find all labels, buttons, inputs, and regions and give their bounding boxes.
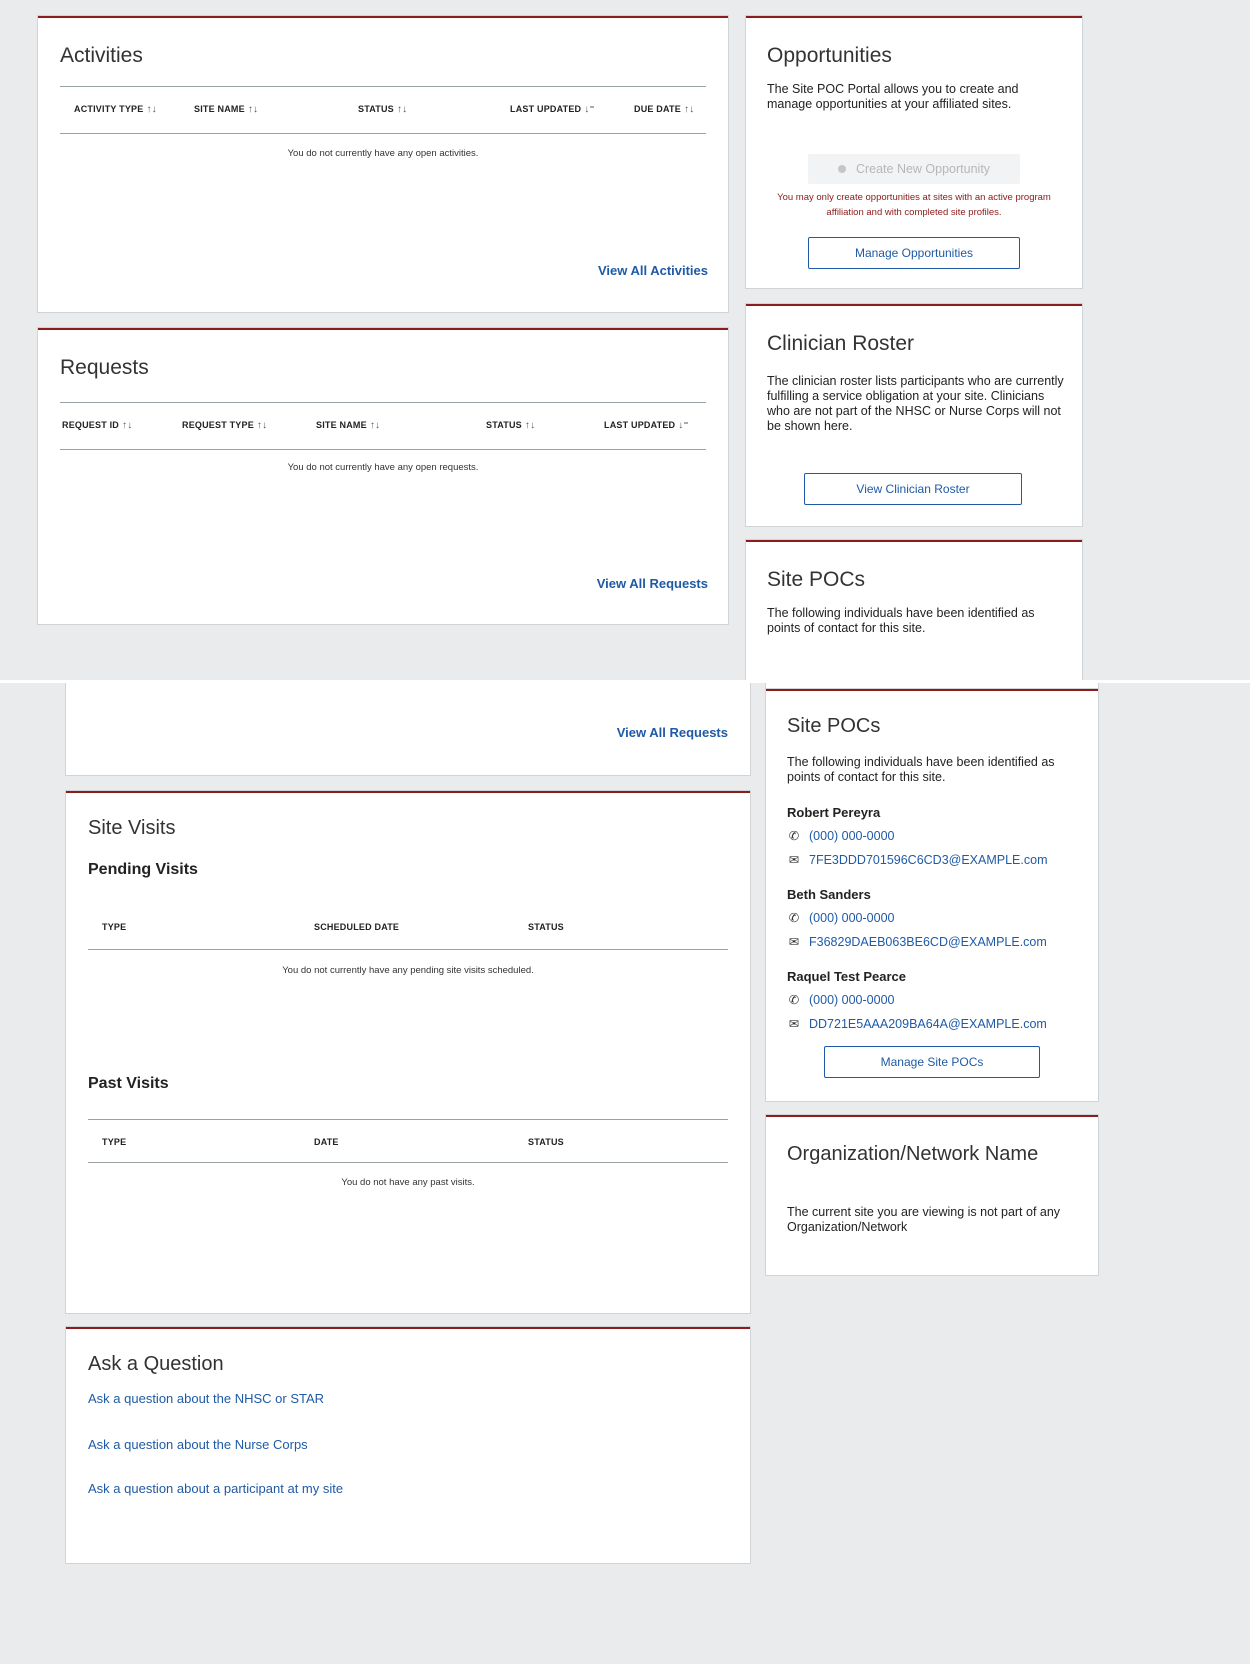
phone-icon: ✆ (788, 911, 800, 925)
sort-arrows-icon: ↑↓ (256, 420, 268, 431)
past-visits-empty-message: You do not have any past visits. (341, 1177, 475, 1188)
requests-card: Requests REQUEST ID ↑↓ REQUEST TYPE ↑↓ SIT… (38, 328, 728, 624)
contact-email[interactable]: ✉ 7FE3DDD701596C6CD3@EXAMPLE.com (787, 852, 1048, 868)
opportunities-warning: You may only create opportunities at sit… (777, 192, 1051, 218)
screenshot-top: Activities ACTIVITY TYPE ↑↓ SITE NAME ↑↓ S… (0, 0, 1250, 683)
col-type: TYPE (102, 922, 127, 932)
opportunities-description: The Site POC Portal allows you to create… (767, 82, 1019, 111)
ask-nurse-corps-link[interactable]: Ask a question about the Nurse Corps (88, 1437, 308, 1452)
ask-participant-link[interactable]: Ask a question about a participant at my… (88, 1481, 343, 1496)
site-visits-title: Site Visits (88, 817, 176, 839)
view-all-requests-link[interactable]: View All Requests (597, 576, 708, 591)
requests-table-header: REQUEST ID ↑↓ REQUEST TYPE ↑↓ SITE NAME ↑↓ … (60, 402, 706, 450)
sort-desc-icon: ↓⁼ (678, 420, 689, 431)
contact-phone[interactable]: ✆ (000) 000-0000 (787, 992, 895, 1008)
envelope-icon: ✉ (788, 1017, 800, 1031)
pending-visits-empty-message: You do not currently have any pending si… (282, 965, 534, 976)
view-clinician-roster-button[interactable]: View Clinician Roster (804, 473, 1022, 505)
requests-title: Requests (60, 356, 149, 379)
sort-arrows-icon: ↑↓ (122, 420, 133, 431)
plus-circle-icon (837, 165, 846, 173)
envelope-icon: ✉ (788, 853, 800, 867)
opportunities-card: Opportunities The Site POC Portal allows… (746, 16, 1082, 288)
site-pocs-title: Site POCs (767, 568, 866, 591)
contact-phone[interactable]: ✆ (000) 000-0000 (787, 910, 895, 926)
col-request-type[interactable]: REQUEST TYPE ↑↓ (182, 420, 267, 431)
ask-question-card: Ask a Question Ask a question about the … (66, 1327, 750, 1563)
view-all-activities-link[interactable]: View All Activities (598, 263, 708, 278)
col-due-date[interactable]: DUE DATE ↑↓ (634, 104, 694, 115)
requests-card-continued: View All Requests (66, 683, 750, 775)
contact-phone[interactable]: ✆ (000) 000-0000 (787, 828, 895, 844)
clinician-roster-card: Clinician Roster The clinician roster li… (746, 304, 1082, 526)
organization-card: Organization/Network Name The current si… (766, 1115, 1098, 1275)
pending-visits-title: Pending Visits (88, 861, 198, 878)
contact-email[interactable]: ✉ F36829DAEB063BE6CD@EXAMPLE.com (787, 934, 1047, 950)
col-date: DATE (314, 1137, 339, 1147)
ask-nhsc-star-link[interactable]: Ask a question about the NHSC or STAR (88, 1391, 324, 1406)
roster-description: The clinician roster lists participants … (767, 374, 1064, 433)
past-visits-title: Past Visits (88, 1075, 169, 1092)
col-last-updated[interactable]: LAST UPDATED ↓⁼ (604, 420, 689, 431)
pending-visits-table-header: TYPE SCHEDULED DATE STATUS (88, 905, 728, 950)
activities-empty-message: You do not currently have any open activ… (287, 148, 479, 159)
site-pocs-card-partial: Site POCs The following individuals have… (746, 540, 1082, 683)
contact-name: Beth Sanders (787, 887, 871, 902)
view-all-requests-link[interactable]: View All Requests (617, 725, 728, 740)
contact-email[interactable]: ✉ DD721E5AAA209BA64A@EXAMPLE.com (787, 1016, 1047, 1032)
site-pocs-description: The following individuals have been iden… (787, 755, 1055, 784)
sort-arrows-icon: ↑↓ (524, 420, 536, 431)
ask-question-title: Ask a Question (88, 1353, 224, 1375)
col-site-name[interactable]: SITE NAME ↑↓ (316, 420, 380, 431)
past-visits-table-header: TYPE DATE STATUS (88, 1119, 728, 1163)
col-activity-type[interactable]: ACTIVITY TYPE ↑↓ (74, 104, 157, 115)
site-pocs-card: Site POCs The following individuals have… (766, 689, 1098, 1101)
col-status: STATUS (528, 1137, 564, 1147)
create-opportunity-button[interactable]: Create New Opportunity (808, 154, 1020, 184)
sort-arrows-icon: ↑↓ (396, 104, 408, 115)
col-status[interactable]: STATUS ↑↓ (486, 420, 535, 431)
sort-arrows-icon: ↑↓ (146, 104, 157, 115)
contact-name: Robert Pereyra (787, 805, 881, 820)
organization-description: The current site you are viewing is not … (787, 1205, 1061, 1234)
col-site-name[interactable]: SITE NAME ↑↓ (194, 104, 258, 115)
sort-arrows-icon: ↑↓ (369, 420, 381, 431)
screenshot-bottom: View All Requests Site Visits Pending Vi… (0, 683, 1250, 1664)
envelope-icon: ✉ (788, 935, 800, 949)
requests-empty-message: You do not currently have any open reque… (287, 462, 479, 473)
phone-icon: ✆ (788, 829, 800, 843)
organization-title: Organization/Network Name (787, 1143, 1039, 1165)
site-pocs-title: Site POCs (787, 715, 881, 737)
sort-arrows-icon: ↑↓ (247, 104, 259, 115)
sort-desc-icon: ↓⁼ (584, 104, 595, 115)
opportunities-title: Opportunities (767, 44, 892, 67)
activities-table-header: ACTIVITY TYPE ↑↓ SITE NAME ↑↓ STATUS ↑↓ LAS… (60, 86, 706, 134)
activities-title: Activities (60, 44, 143, 67)
col-last-updated[interactable]: LAST UPDATED ↓⁼ (510, 104, 595, 115)
col-scheduled-date: SCHEDULED DATE (314, 922, 400, 932)
manage-opportunities-button[interactable]: Manage Opportunities (808, 237, 1020, 269)
phone-icon: ✆ (788, 993, 800, 1007)
contact-name: Raquel Test Pearce (787, 969, 906, 984)
col-request-id[interactable]: REQUEST ID ↑↓ (62, 420, 132, 431)
sort-arrows-icon: ↑↓ (683, 104, 695, 115)
col-status[interactable]: STATUS ↑↓ (358, 104, 407, 115)
site-visits-card: Site Visits Pending Visits TYPE SCHEDULE… (66, 791, 750, 1313)
manage-site-pocs-button[interactable]: Manage Site POCs (824, 1046, 1040, 1078)
roster-title: Clinician Roster (767, 332, 915, 355)
site-pocs-description: The following individuals have been iden… (767, 606, 1035, 635)
activities-card: Activities ACTIVITY TYPE ↑↓ SITE NAME ↑↓ S… (38, 16, 728, 312)
col-status: STATUS (528, 922, 564, 932)
col-type: TYPE (102, 1137, 127, 1147)
